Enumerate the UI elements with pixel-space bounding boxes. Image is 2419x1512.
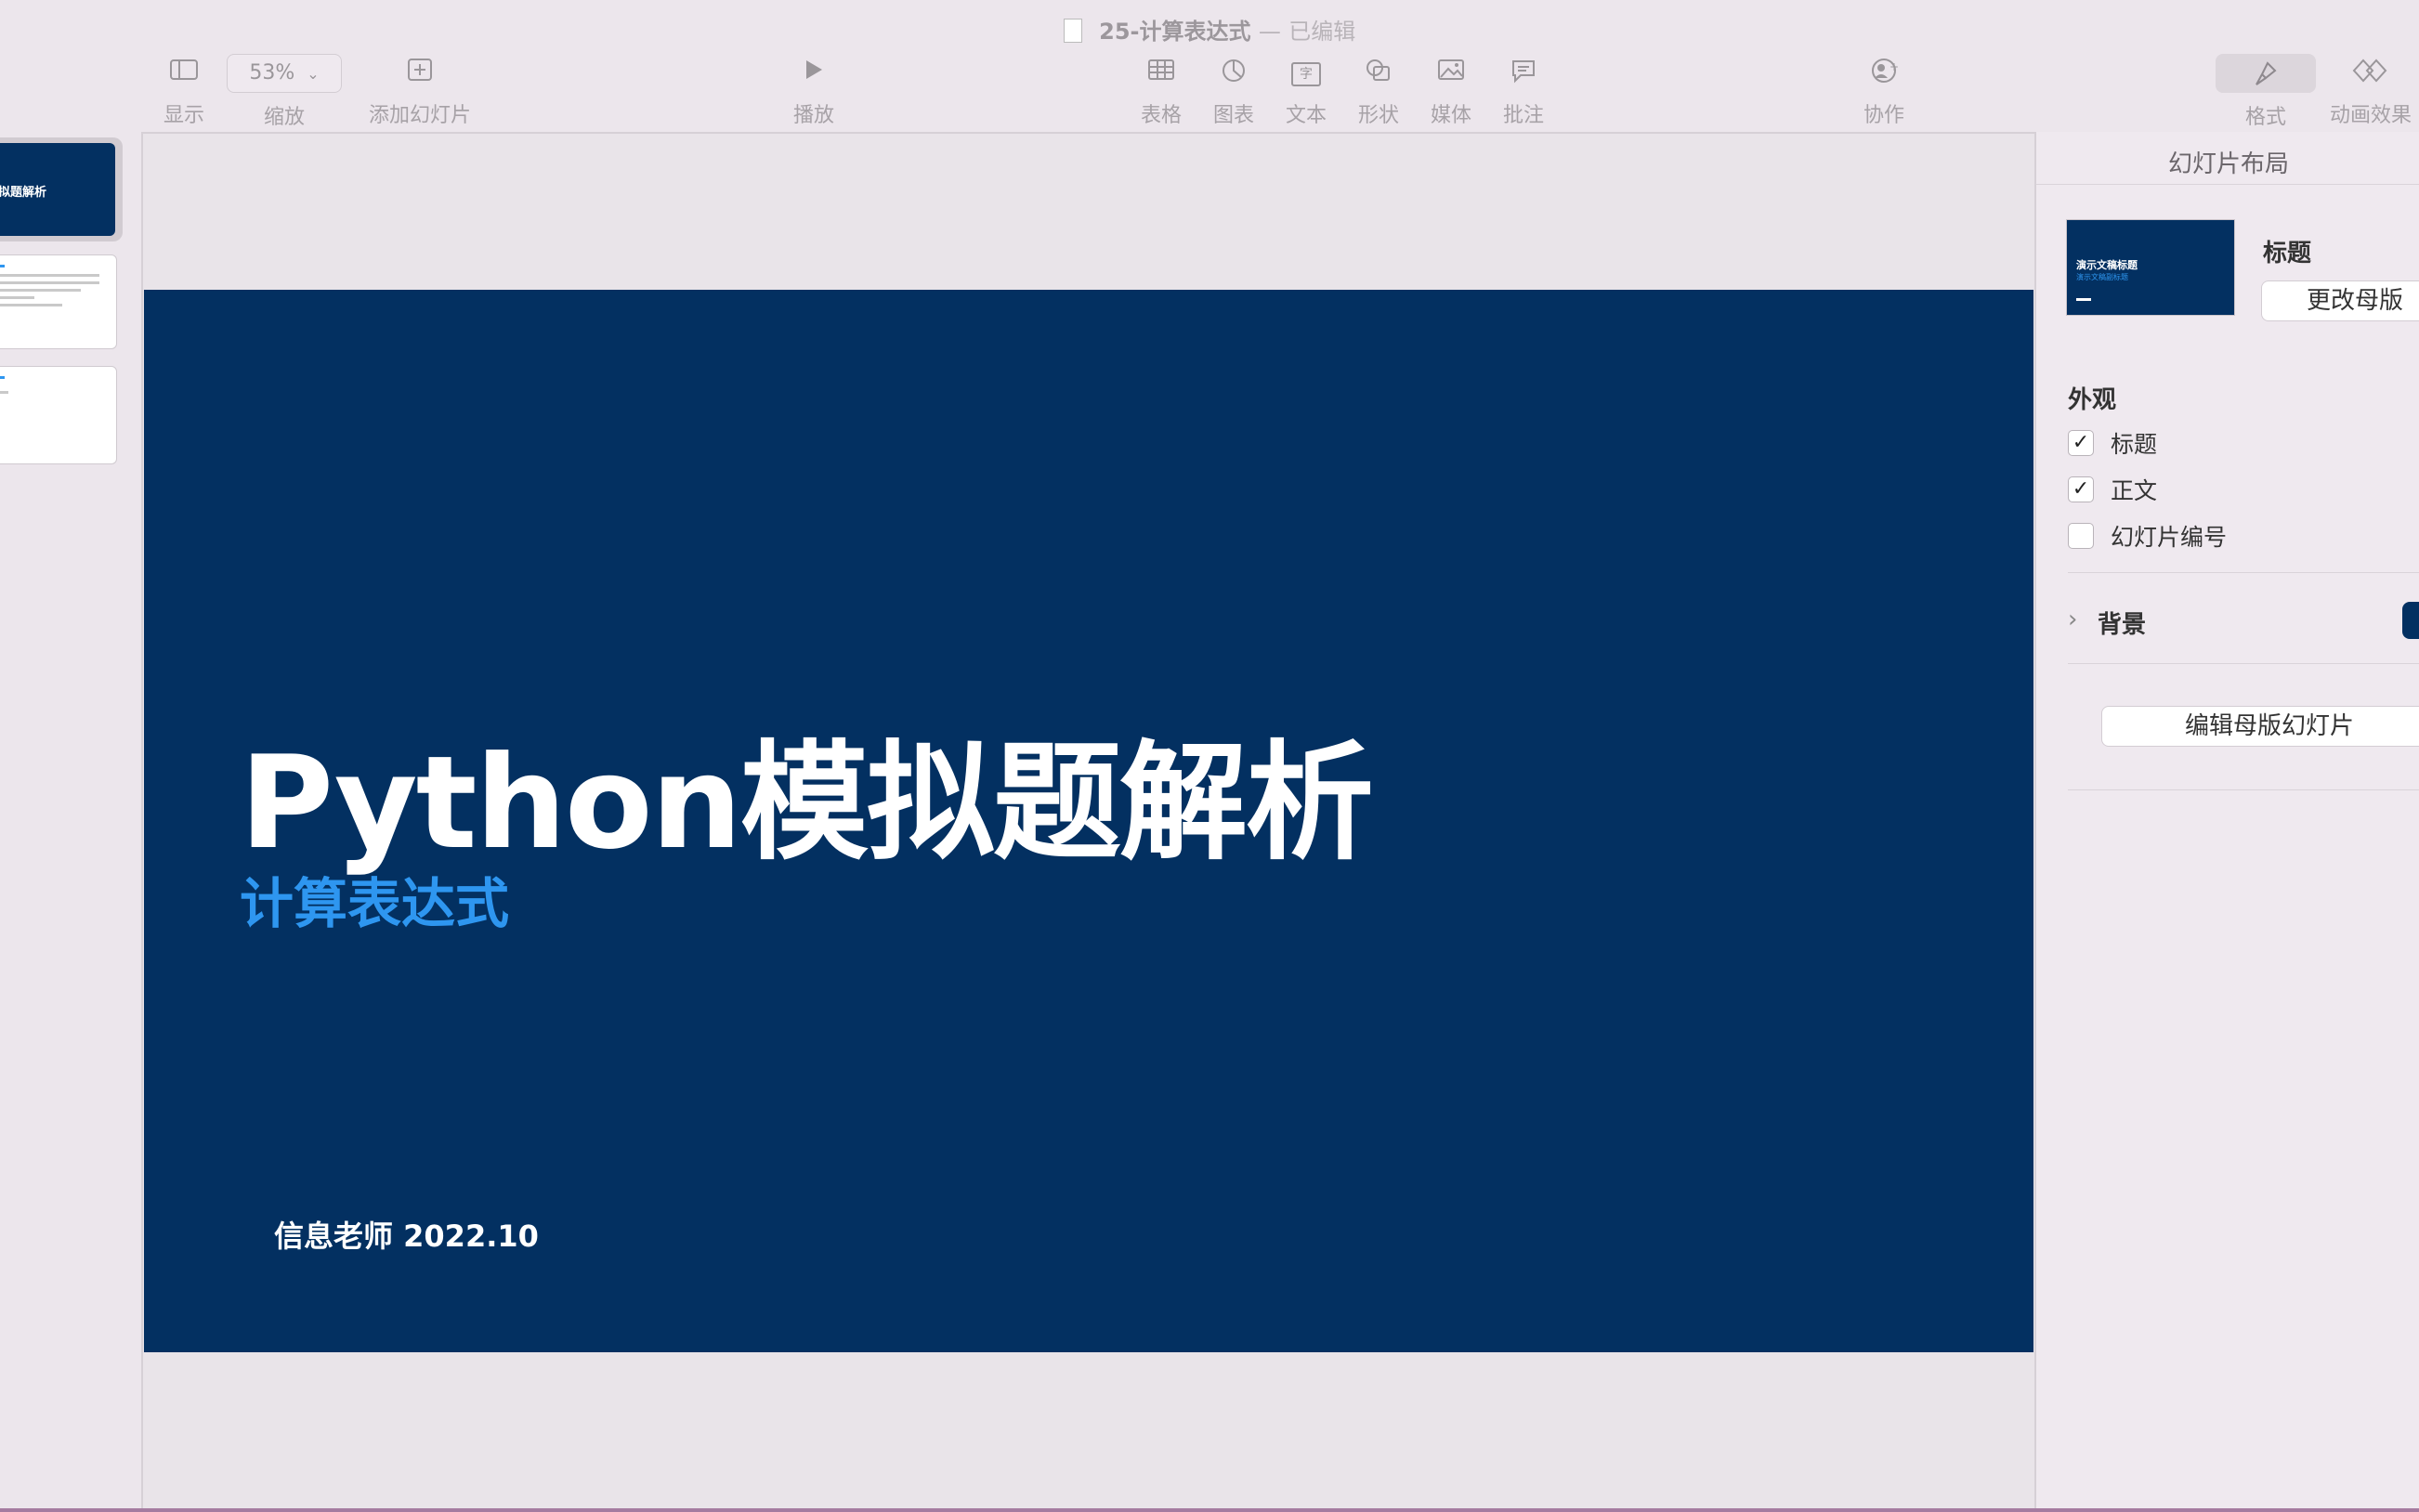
checkbox-label: 幻灯片编号 — [2111, 524, 2228, 551]
add-slide-label: 添加幻灯片 — [368, 104, 471, 127]
slide-title[interactable]: Python模拟题解析 — [240, 698, 1374, 884]
layout-thumb-footer — [2076, 298, 2091, 301]
chart-label: 图表 — [1212, 104, 1254, 127]
collaborate-button[interactable]: + 协作 — [1858, 58, 1910, 128]
thumbnail-line — [0, 281, 99, 284]
checkbox-icon[interactable]: ✓ — [2068, 476, 2094, 502]
sidebar-icon — [160, 58, 208, 89]
slide-thumbnail-3[interactable] — [0, 366, 117, 464]
media-label: 媒体 — [1430, 104, 1471, 127]
media-button[interactable]: 媒体 — [1425, 58, 1477, 128]
zoom-select[interactable]: 53% ⌄ — [227, 54, 342, 93]
window-bottom-border — [0, 1508, 2419, 1512]
animate-label: 动画效果 — [2329, 104, 2412, 127]
textbox-icon: 字 — [1280, 58, 1332, 89]
divider — [2068, 663, 2419, 664]
background-row[interactable]: › 背景 — [2068, 602, 2419, 639]
thumbnail-line — [0, 274, 99, 277]
text-button[interactable]: 字 文本 — [1280, 58, 1332, 128]
checkbox-slide-number[interactable]: 幻灯片编号 — [2068, 520, 2227, 552]
play-button[interactable]: 播放 — [786, 58, 842, 128]
table-button[interactable]: 表格 — [1135, 58, 1187, 128]
chevron-right-icon[interactable]: › — [2068, 606, 2077, 633]
svg-text:+: + — [1889, 60, 1899, 73]
divider — [2036, 184, 2419, 185]
slide-navigator: 拟题解析 — [0, 132, 143, 1512]
animate-button[interactable]: 动画效果 — [2326, 58, 2415, 128]
text-label: 文本 — [1285, 104, 1327, 127]
thumbnail-line — [0, 304, 62, 306]
divider — [2068, 572, 2419, 573]
checkbox-label: 正文 — [2111, 477, 2158, 504]
comment-icon — [1497, 58, 1549, 89]
change-master-button[interactable]: 更改母版 — [2261, 280, 2419, 321]
view-button[interactable]: 显示 — [160, 58, 208, 128]
diamond-icon — [2326, 58, 2415, 89]
view-label: 显示 — [163, 104, 204, 127]
play-icon — [786, 58, 842, 89]
add-slide-button[interactable]: 添加幻灯片 — [366, 58, 474, 128]
zoom-label: 缩放 — [263, 106, 305, 129]
toolbar: 25-计算表达式 — 已编辑 显示 53% ⌄ 缩放 添加幻灯片 播放 表格 图… — [0, 0, 2419, 134]
thumbnail-line — [0, 391, 8, 394]
slide-thumbnail-2[interactable] — [0, 254, 117, 349]
document-name: 25-计算表达式 — [1099, 19, 1251, 45]
document-icon — [1063, 19, 1082, 43]
collaborate-icon: + — [1858, 58, 1910, 89]
comment-button[interactable]: 批注 — [1497, 58, 1549, 128]
comment-label: 批注 — [1502, 104, 1544, 127]
format-button[interactable]: 格式 — [2215, 54, 2317, 130]
checkbox-body[interactable]: ✓ 正文 — [2068, 474, 2157, 505]
background-color-swatch[interactable] — [2402, 602, 2419, 639]
shape-button[interactable]: 形状 — [1353, 58, 1405, 128]
layout-thumb-title: 演示文稿标题 — [2076, 259, 2138, 271]
layout-thumbnail[interactable]: 演示文稿标题 演示文稿副标题 — [2066, 219, 2235, 316]
play-label: 播放 — [792, 104, 834, 127]
inspector-header: 幻灯片布局 — [2167, 150, 2289, 178]
thumbnail-line — [0, 289, 81, 292]
title-separator: — — [1258, 19, 1281, 45]
chevron-down-icon: ⌄ — [307, 65, 320, 83]
thumbnail-line — [0, 265, 5, 267]
collaborate-label: 协作 — [1863, 104, 1904, 127]
format-label: 格式 — [2244, 106, 2286, 129]
table-icon — [1135, 58, 1187, 89]
appearance-label: 外观 — [2068, 386, 2117, 414]
zoom-control[interactable]: 53% ⌄ 缩放 — [227, 54, 342, 130]
edited-status: 已编辑 — [1288, 19, 1356, 45]
thumbnail-title: 拟题解析 — [0, 186, 47, 200]
thumbnail-line — [0, 376, 5, 379]
divider — [2068, 789, 2419, 790]
paintbrush-icon — [2216, 54, 2316, 93]
slide-author-date[interactable]: 信息老师 2022.10 — [274, 1213, 539, 1256]
checkbox-icon[interactable] — [2068, 523, 2094, 549]
zoom-value: 53% — [249, 61, 295, 85]
thumbnail-line — [0, 296, 34, 299]
slide-thumbnail-1[interactable]: 拟题解析 — [0, 143, 115, 236]
slide[interactable]: Python模拟题解析 计算表达式 信息老师 2022.10 — [144, 290, 2033, 1352]
checkbox-label: 标题 — [2111, 431, 2158, 458]
table-label: 表格 — [1140, 104, 1182, 127]
inspector-panel: 幻灯片布局 演示文稿标题 演示文稿副标题 标题 更改母版 外观 ✓ 标题 ✓ 正… — [2034, 132, 2419, 1512]
checkbox-title[interactable]: ✓ 标题 — [2068, 427, 2157, 459]
edit-master-slide-button[interactable]: 编辑母版幻灯片 — [2101, 706, 2419, 747]
textbox-glyph: 字 — [1291, 62, 1321, 86]
plus-square-icon — [366, 58, 474, 89]
shape-icon — [1353, 58, 1405, 89]
pie-chart-icon — [1208, 58, 1260, 89]
slide-subtitle[interactable]: 计算表达式 — [240, 860, 509, 938]
checkbox-icon[interactable]: ✓ — [2068, 430, 2094, 456]
photo-icon — [1425, 58, 1477, 89]
layout-thumb-subtitle: 演示文稿副标题 — [2076, 273, 2128, 281]
chart-button[interactable]: 图表 — [1208, 58, 1260, 128]
layout-name: 标题 — [2263, 240, 2312, 267]
window-title: 25-计算表达式 — 已编辑 — [0, 13, 2419, 46]
background-label: 背景 — [2098, 611, 2147, 639]
shape-label: 形状 — [1357, 104, 1399, 127]
